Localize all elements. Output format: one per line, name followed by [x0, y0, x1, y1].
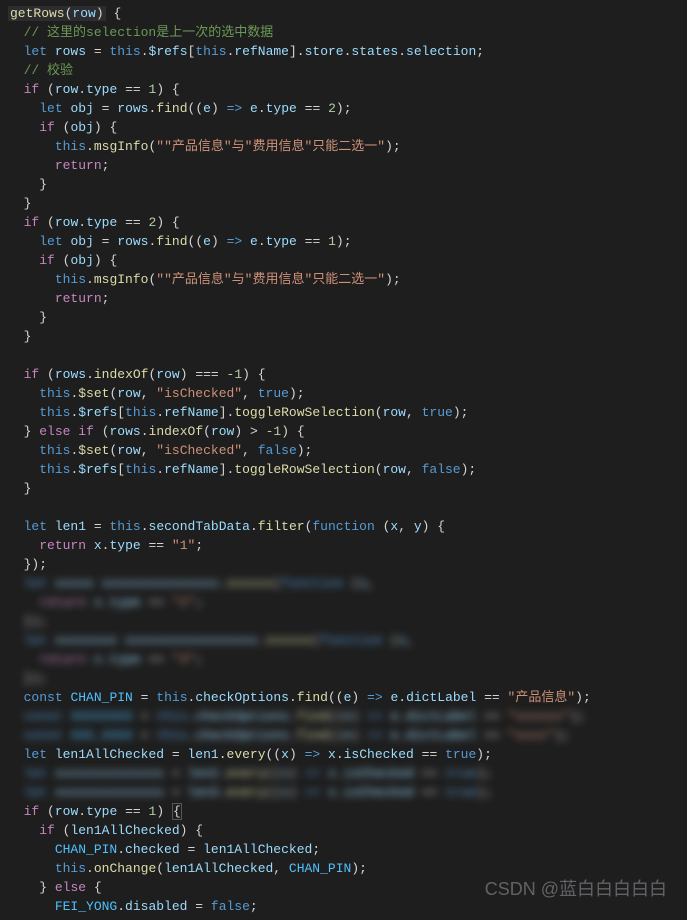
code-line: return x.type == "1"; — [0, 536, 687, 555]
blurred-line: let xxxxxxxxxxxxxx = len2.every((x) => x… — [0, 764, 687, 783]
code-line: if (row.type == 1) { — [0, 80, 687, 99]
blurred-line: return x.type == "2"; — [0, 593, 687, 612]
blurred-line: }); — [0, 612, 687, 631]
code-line: this.$set(row, "isChecked", true); — [0, 384, 687, 403]
code-line: FEI_YONG.disabled = false; — [0, 897, 687, 916]
blurred-line: }); — [0, 669, 687, 688]
code-line: } else if (rows.indexOf(row) > -1) { — [0, 422, 687, 441]
code-line: let obj = rows.find((e) => e.type == 1); — [0, 232, 687, 251]
code-line: } — [0, 175, 687, 194]
code-line: let len1AllChecked = len1.every((x) => x… — [0, 745, 687, 764]
code-editor[interactable]: getRows(row) { // 这里的selection是上一次的选中数据 … — [0, 0, 687, 920]
code-line: if (rows.indexOf(row) === -1) { — [0, 365, 687, 384]
code-line: this.msgInfo(""产品信息"与"费用信息"只能二选一"); — [0, 137, 687, 156]
code-line: } — [0, 479, 687, 498]
code-line: let rows = this.$refs[this.refName].stor… — [0, 42, 687, 61]
watermark: CSDN @蓝白白白白白 — [485, 880, 667, 899]
code-line: } — [0, 308, 687, 327]
blurred-line: const XXX_XXXX = this.checkOptions.find(… — [0, 726, 687, 745]
code-line: if (obj) { — [0, 251, 687, 270]
code-line: CHAN_PIN.checked = len1AllChecked; — [0, 840, 687, 859]
code-line: this.$set(row, "isChecked", false); — [0, 441, 687, 460]
blurred-line: return x.type == "3"; — [0, 650, 687, 669]
code-line — [0, 346, 687, 365]
code-line: } — [0, 327, 687, 346]
code-line: } — [0, 194, 687, 213]
blurred-line: let xxxxxxxxxxxxxx = len3.every((x) => x… — [0, 783, 687, 802]
code-line: let obj = rows.find((e) => e.type == 2); — [0, 99, 687, 118]
code-line: // 校验 — [0, 61, 687, 80]
code-line: this.$refs[this.refName].toggleRowSelect… — [0, 460, 687, 479]
code-line: if (row.type == 2) { — [0, 213, 687, 232]
code-line: // 这里的selection是上一次的选中数据 — [0, 23, 687, 42]
code-line: }); — [0, 555, 687, 574]
code-line: this.msgInfo(""产品信息"与"费用信息"只能二选一"); — [0, 270, 687, 289]
blurred-line: const XXXXXXXX = this.checkOptions.find(… — [0, 707, 687, 726]
code-line: const CHAN_PIN = this.checkOptions.find(… — [0, 688, 687, 707]
blurred-line: let xxxxx xxxxxxxxxxxxxxx.xxxxxx(functio… — [0, 574, 687, 593]
code-line: getRows(row) { — [0, 4, 687, 23]
code-line: this.onChange(len1AllChecked, CHAN_PIN); — [0, 859, 687, 878]
code-line: if (len1AllChecked) { — [0, 821, 687, 840]
code-line: return; — [0, 156, 687, 175]
code-line: if (obj) { — [0, 118, 687, 137]
code-line: this.$refs[this.refName].toggleRowSelect… — [0, 403, 687, 422]
blurred-line: let xxxxxxxx xxxxxxxxxxxxxxxxx.xxxxxx(fu… — [0, 631, 687, 650]
code-line: let len1 = this.secondTabData.filter(fun… — [0, 517, 687, 536]
code-line: return; — [0, 289, 687, 308]
code-line: if (row.type == 1) { — [0, 802, 687, 821]
code-line — [0, 498, 687, 517]
